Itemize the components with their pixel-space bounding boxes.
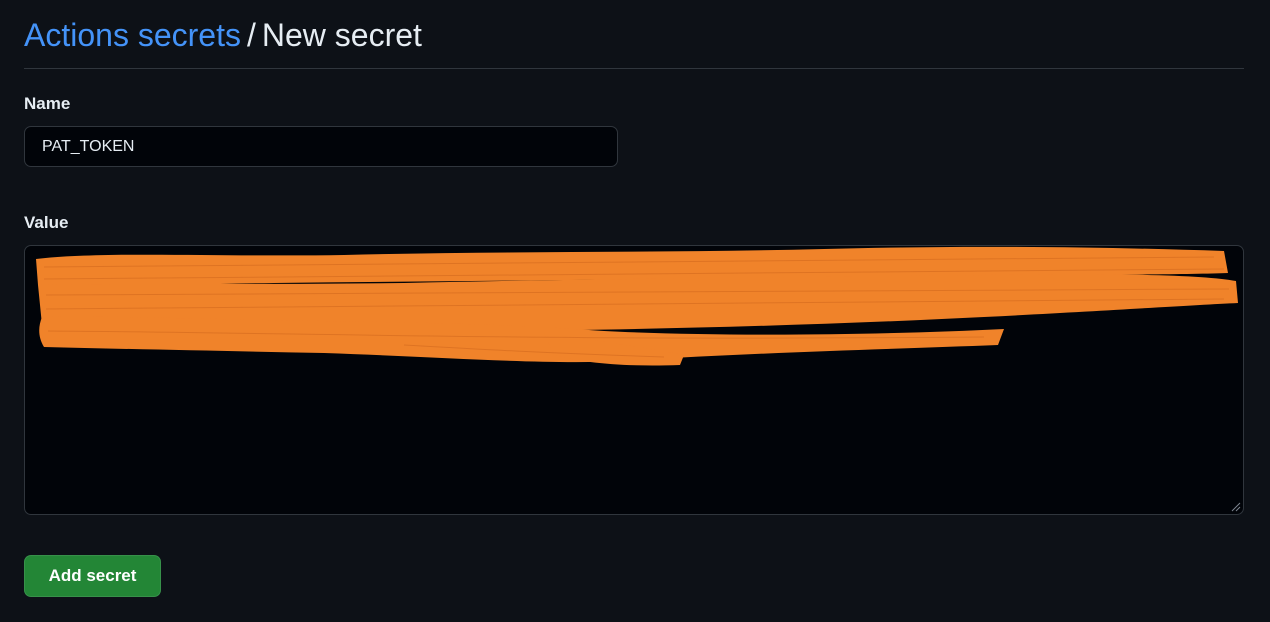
breadcrumb-actions-secrets-link[interactable]: Actions secrets bbox=[24, 17, 241, 53]
value-label: Value bbox=[24, 213, 69, 232]
page-header: Actions secrets / New secret bbox=[24, 14, 1244, 69]
secret-value-textarea[interactable] bbox=[24, 245, 1244, 515]
add-secret-button[interactable]: Add secret bbox=[24, 555, 161, 597]
new-secret-page: Actions secrets/New secret Name Value bbox=[0, 0, 1270, 622]
page-title: New secret bbox=[261, 17, 422, 53]
secret-name-input[interactable] bbox=[24, 126, 618, 167]
name-label: Name bbox=[24, 94, 71, 113]
breadcrumb-separator: / bbox=[246, 17, 256, 53]
secret-value-field bbox=[24, 245, 1244, 515]
resize-grip-icon[interactable] bbox=[1231, 502, 1241, 512]
